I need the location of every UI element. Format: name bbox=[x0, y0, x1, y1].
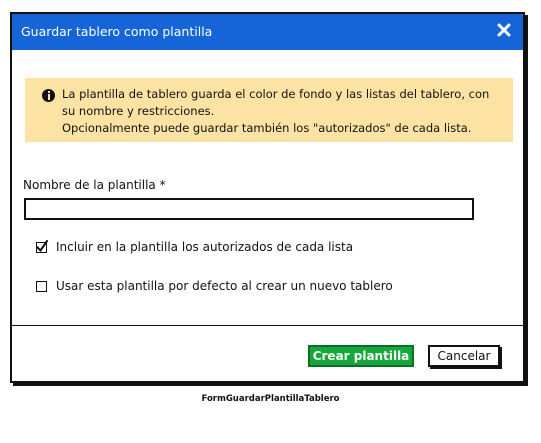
checkbox-unchecked-icon[interactable] bbox=[36, 280, 47, 292]
include-authorized-checkbox[interactable]: Incluir en la plantilla los autorizados … bbox=[36, 239, 354, 254]
info-line-2: su nombre y restricciones. bbox=[62, 104, 215, 118]
footer-divider bbox=[12, 325, 523, 326]
info-message: La plantilla de tablero guarda el color … bbox=[25, 78, 513, 142]
info-line-1: La plantilla de tablero guarda el color … bbox=[62, 87, 490, 101]
close-icon[interactable] bbox=[495, 21, 513, 39]
default-template-checkbox[interactable]: Usar esta plantilla por defecto al crear… bbox=[36, 279, 393, 293]
dialog-title: Guardar tablero como plantilla bbox=[21, 24, 213, 39]
default-template-label: Usar esta plantilla por defecto al crear… bbox=[56, 279, 393, 293]
create-template-button[interactable]: Crear plantilla bbox=[308, 345, 414, 367]
dialog-titlebar: Guardar tablero como plantilla bbox=[12, 14, 523, 50]
template-name-input[interactable] bbox=[24, 198, 474, 220]
info-line-3: Opcionalmente puede guardar también los … bbox=[62, 121, 472, 135]
checkbox-checked-icon[interactable] bbox=[36, 239, 48, 253]
template-name-label: Nombre de la plantilla * bbox=[23, 178, 166, 192]
form-caption: FormGuardarPlantillaTablero bbox=[201, 394, 340, 404]
cancel-button[interactable]: Cancelar bbox=[428, 345, 500, 367]
include-authorized-label: Incluir en la plantilla los autorizados … bbox=[56, 240, 354, 254]
info-circle-icon bbox=[42, 89, 55, 102]
save-template-dialog: Guardar tablero como plantilla La planti… bbox=[10, 12, 525, 383]
